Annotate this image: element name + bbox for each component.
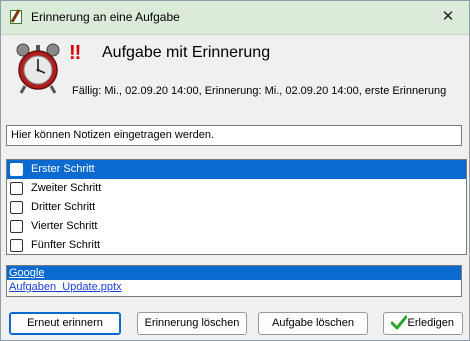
step-label: Fünfter Schritt xyxy=(31,239,101,251)
delete-reminder-button[interactable]: Erinnerung löschen xyxy=(137,312,247,335)
checkmark-icon xyxy=(391,315,407,330)
step-item[interactable]: Dritter Schritt xyxy=(7,198,466,217)
reminder-window: Erinnerung an eine Aufgabe ✕ !! Aufgabe … xyxy=(0,0,470,341)
step-checkbox[interactable] xyxy=(10,182,23,195)
step-checkbox[interactable] xyxy=(10,220,23,233)
attachment-link-google[interactable]: Google xyxy=(7,266,461,280)
step-item[interactable]: Fünfter Schritt xyxy=(7,236,466,255)
step-checkbox[interactable] xyxy=(10,163,23,176)
alarm-clock-icon xyxy=(16,43,60,94)
remind-again-button[interactable]: Erneut erinnern xyxy=(9,312,121,335)
attachments-list[interactable]: Google Aufgaben_Update.pptx xyxy=(6,265,462,297)
step-item[interactable]: Erster Schritt xyxy=(7,160,466,179)
window-title: Erinnerung an eine Aufgabe xyxy=(31,10,180,24)
step-checkbox[interactable] xyxy=(10,239,23,252)
steps-list[interactable]: Erster Schritt Zweiter Schritt Dritter S… xyxy=(6,159,467,255)
step-label: Zweiter Schritt xyxy=(31,182,102,194)
delete-task-button[interactable]: Aufgabe löschen xyxy=(258,312,368,335)
step-label: Erster Schritt xyxy=(31,163,95,175)
title-bar: Erinnerung an eine Aufgabe ✕ xyxy=(1,1,469,35)
notes-field[interactable]: Hier können Notizen eingetragen werden. xyxy=(6,125,462,146)
done-button[interactable]: Erledigen xyxy=(383,312,463,335)
step-label: Vierter Schritt xyxy=(31,220,98,232)
close-button[interactable]: ✕ xyxy=(437,7,459,27)
step-item[interactable]: Zweiter Schritt xyxy=(7,179,466,198)
attachment-link-pptx[interactable]: Aufgaben_Update.pptx xyxy=(7,280,461,294)
done-button-label: Erledigen xyxy=(407,317,454,329)
step-label: Dritter Schritt xyxy=(31,201,96,213)
task-title: Aufgabe mit Erinnerung xyxy=(102,44,271,61)
due-reminder-info: Fällig: Mi., 02.09.20 14:00, Erinnerung:… xyxy=(72,85,447,97)
task-note-icon xyxy=(10,10,22,24)
step-item[interactable]: Vierter Schritt xyxy=(7,217,466,236)
step-checkbox[interactable] xyxy=(10,201,23,214)
high-priority-marker: !! xyxy=(69,42,81,64)
